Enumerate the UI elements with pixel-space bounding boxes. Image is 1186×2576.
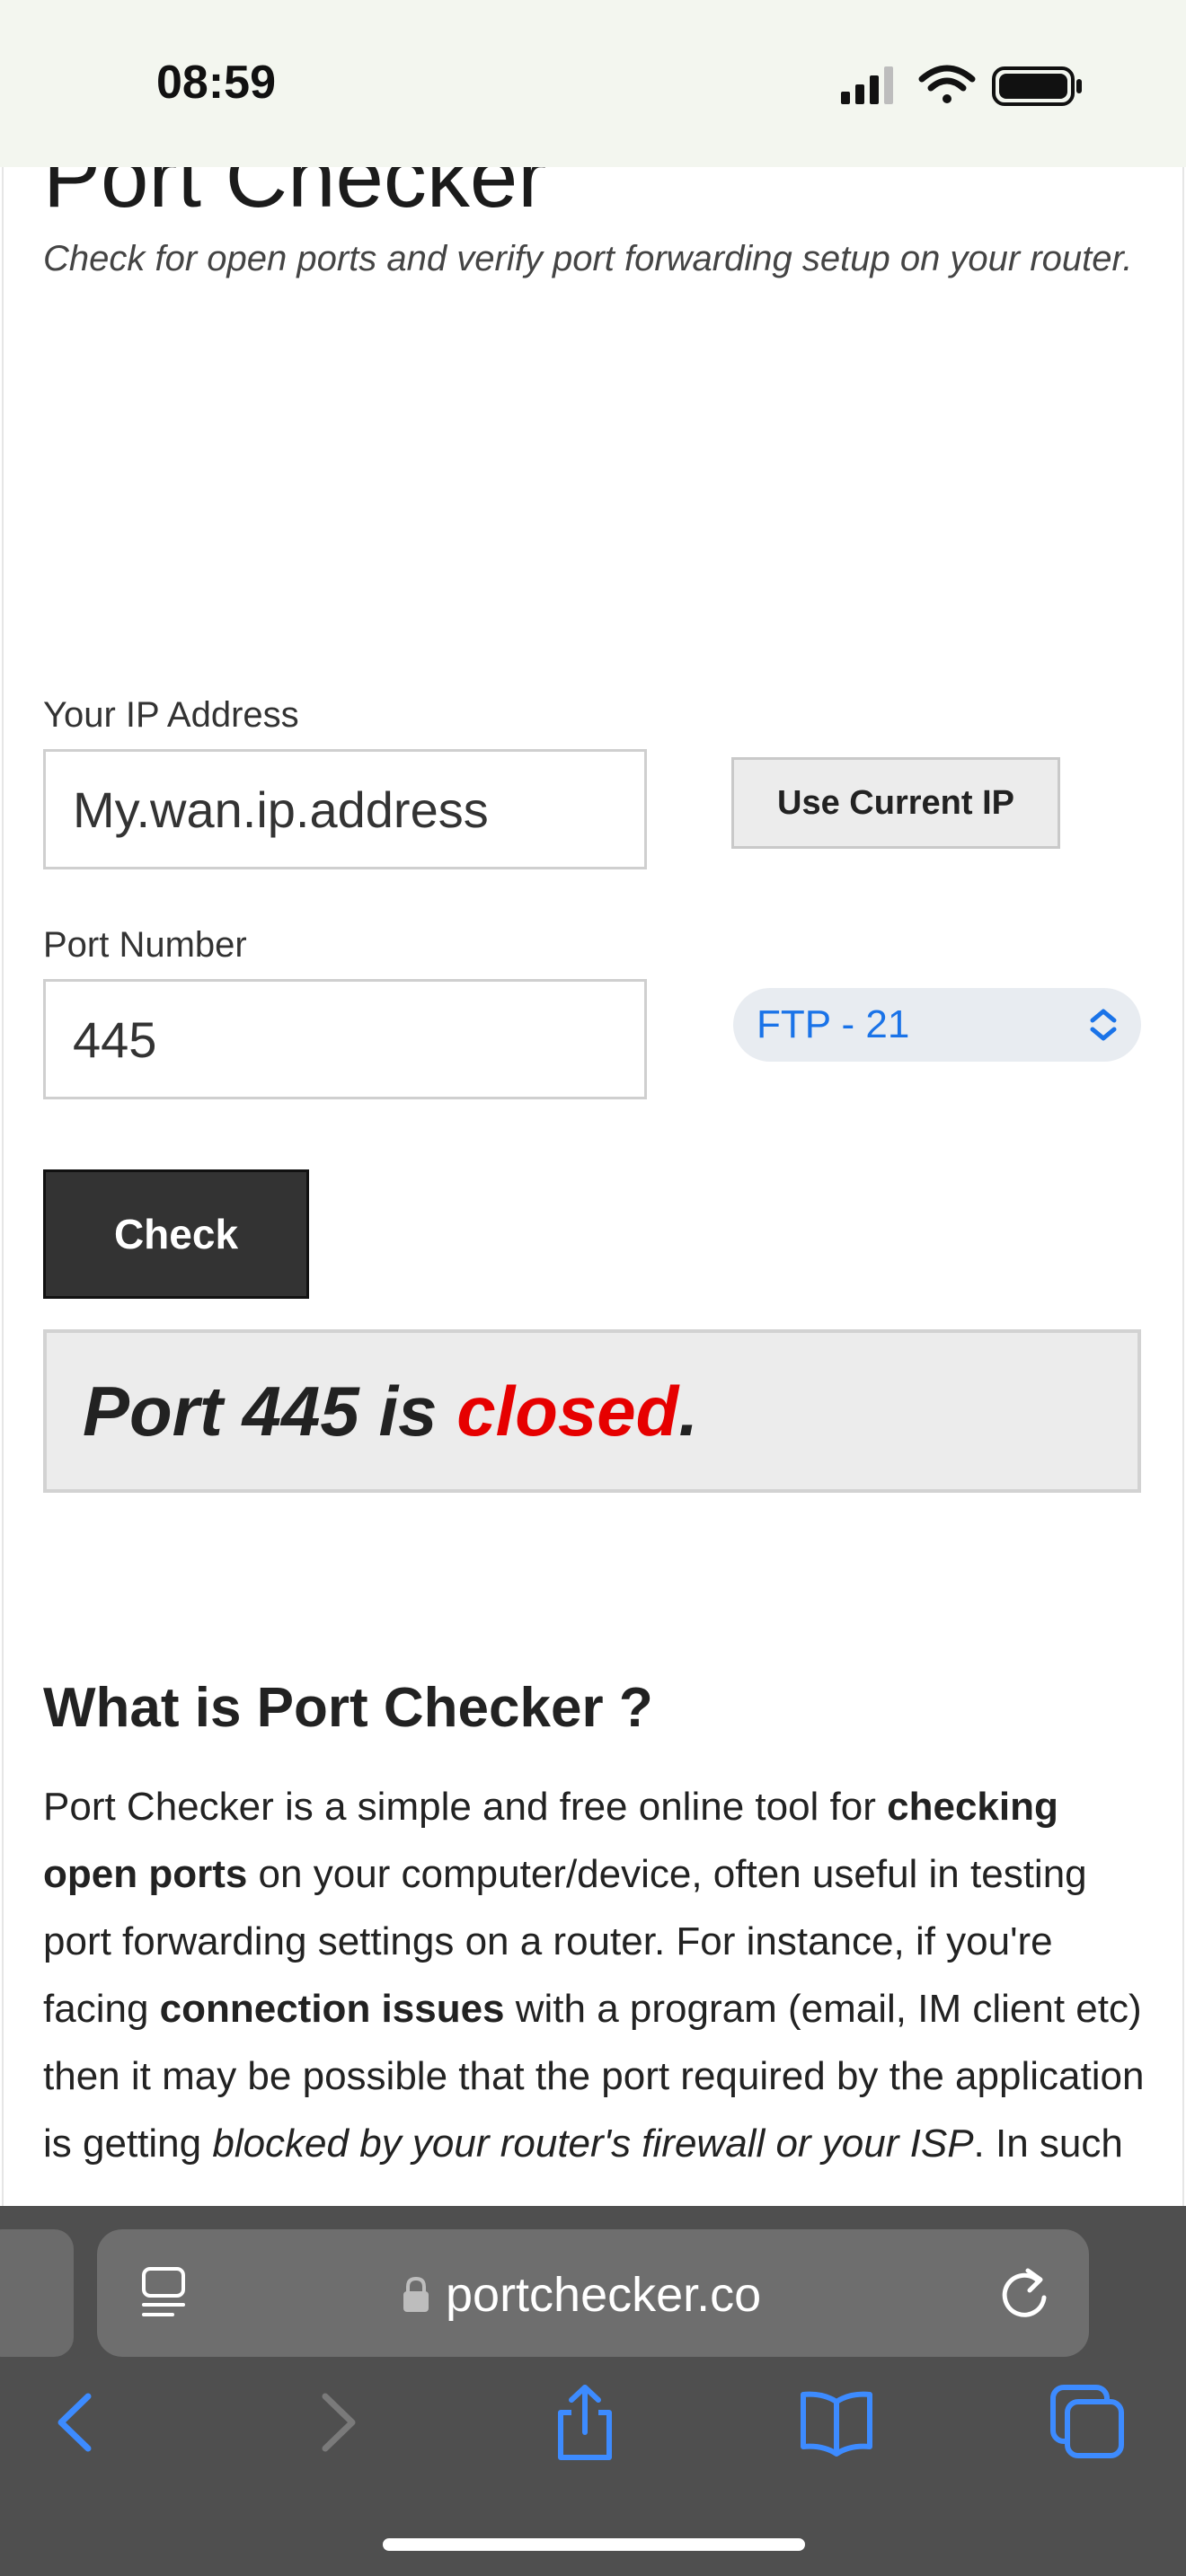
description-paragraph: Port Checker is a simple and free online… <box>43 1773 1148 2177</box>
paragraph-run: . In such <box>973 2122 1123 2166</box>
paragraph-run: Port Checker is a simple and free online… <box>43 1785 888 1829</box>
lock-icon <box>403 2276 429 2312</box>
wifi-icon <box>918 65 976 103</box>
previous-tab-preview[interactable] <box>0 2229 74 2357</box>
use-current-ip-button[interactable]: Use Current IP <box>731 757 1060 849</box>
web-page: Port Checker Check for open ports and ve… <box>0 0 1186 2206</box>
tabs-icon[interactable] <box>1048 2382 1128 2463</box>
ip-address-input[interactable]: My.wan.ip.address <box>43 749 647 869</box>
share-icon[interactable] <box>544 2382 625 2463</box>
result-prefix: Port 445 is <box>83 1371 438 1451</box>
back-icon[interactable] <box>36 2382 117 2463</box>
result-message: Port 445 is closed. <box>43 1329 1141 1493</box>
status-time: 08:59 <box>156 57 276 109</box>
result-status: closed <box>456 1371 679 1451</box>
ip-address-label: Your IP Address <box>43 695 299 735</box>
section-heading: What is Port Checker ? <box>43 1677 653 1739</box>
bookmarks-icon[interactable] <box>796 2382 877 2463</box>
page-subtitle: Check for open ports and verify port for… <box>43 239 1133 278</box>
page-left-border <box>2 0 4 2206</box>
paragraph-run: connection issues <box>159 1987 505 2031</box>
status-icons <box>841 65 1082 106</box>
cellular-signal-icon <box>841 66 893 104</box>
port-number-input[interactable]: 445 <box>43 979 647 1099</box>
status-bar: 08:59 <box>0 0 1186 167</box>
address-bar-url[interactable]: portchecker.co <box>446 2267 761 2323</box>
result-suffix: . <box>678 1371 698 1451</box>
page-menu-icon[interactable] <box>140 2265 187 2319</box>
home-indicator <box>383 2538 805 2551</box>
service-port-select-value: FTP - 21 <box>757 1002 910 1046</box>
battery-icon <box>992 66 1082 106</box>
forward-icon[interactable] <box>296 2382 377 2463</box>
port-number-label: Port Number <box>43 925 247 965</box>
check-button[interactable]: Check <box>43 1169 309 1299</box>
service-port-select[interactable]: FTP - 21 <box>733 988 1141 1062</box>
chevron-up-down-icon <box>1090 1009 1117 1041</box>
page-right-border <box>1182 0 1184 2206</box>
reload-icon[interactable] <box>999 2263 1051 2321</box>
paragraph-run: blocked by your router's firewall or you… <box>212 2122 974 2166</box>
